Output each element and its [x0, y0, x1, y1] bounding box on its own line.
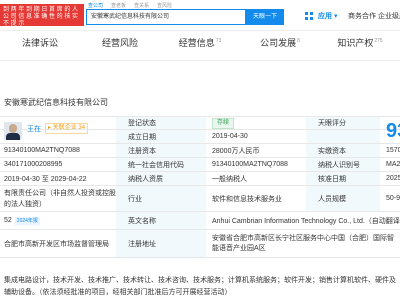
grid-icon[interactable] [305, 12, 313, 20]
tab-legal-label: 法律诉讼 [21, 38, 58, 48]
tab-development-label: 公司发展 [260, 38, 297, 48]
divider [0, 60, 400, 61]
score-value[interactable]: 93 [386, 120, 400, 143]
tab-legal[interactable]: 法律诉讼 [0, 36, 80, 54]
enterprise-menu[interactable]: 企业级产品 [378, 11, 400, 21]
value-address: 安徽省合肥市高新区长宁社区服务中心中国（合肥）国际智能语音产业园A区 [212, 234, 394, 252]
annual-report-badge[interactable]: 2024年报 [14, 216, 40, 225]
search-button[interactable]: 天眼一下 [246, 9, 284, 25]
business-term: 2019-04-30 至 2029-04-22 [0, 172, 116, 185]
related-tag-count: 34 [78, 125, 86, 131]
info-row-tax: 2019-04-30 至 2029-04-22 纳税人资质 一般纳税人 核准日期… [0, 172, 400, 186]
top-header: 到 两 年 到 期 日 首 席 的 人 公 司 信 息 准 确 性 的 核 实 … [0, 0, 400, 31]
value-english-name: Anhui Cambrian Information Technology Co… [212, 217, 400, 225]
info-row-industry: 有限责任公司（非自然人投资或控股的法人独资） 行业 软件和信息技术服务业 人员规… [0, 186, 400, 212]
company-name: 安徽寒武纪信息科技有限公司 [4, 98, 108, 107]
value-credit-code: 91340100MA2TNQ7088 [212, 161, 288, 168]
business-scope: 集成电路设计，技术开发、技术推广、技术转让、技术咨询、技术服务；计算机系统服务；… [4, 277, 396, 296]
value-taxpayer: 一般纳税人 [212, 175, 247, 183]
insured-count-value: 52 [4, 217, 12, 224]
value-approval-date: 2025- [386, 175, 400, 182]
search-tab-relation[interactable]: 查关系 [134, 2, 149, 9]
label-capital: 注册资本 [116, 144, 206, 157]
tab-business-info[interactable]: 经营信息73 [160, 36, 240, 54]
label-paid-capital: 实缴资本 [306, 144, 380, 157]
label-empty-1 [306, 130, 380, 143]
credit-code: 91340100MA2TNQ7088 [0, 144, 116, 157]
value-founded: 2019-04-30 [212, 133, 248, 140]
search-tab-risk[interactable]: 查风险 [157, 2, 172, 9]
label-staff-size: 人员规模 [306, 186, 380, 211]
value-staff-size: 50-99, [386, 195, 400, 202]
notice-badge[interactable]: 到 两 年 到 期 日 首 席 的 人 公 司 信 息 准 确 性 的 核 实 … [0, 4, 84, 26]
label-approval-date: 核准日期 [306, 172, 380, 185]
info-row-english: 52 2024年报 英文名称 Anhui Cambrian Information… [0, 212, 400, 230]
tab-risk[interactable]: 经营风险 [80, 36, 160, 54]
info-row-address: 合肥市高新开发区市场监督管理局 注册地址 安徽省合肥市高新区长宁社区服务中心中国… [0, 230, 400, 258]
label-tax-id: 纳税人识别号 [306, 158, 380, 171]
avatar[interactable] [4, 122, 22, 140]
search-tab-company[interactable]: 查公司 [88, 2, 103, 9]
value-paid-capital: 15700 [386, 147, 400, 154]
tab-development-count: 8 [297, 38, 300, 44]
tab-ip-count: 275 [374, 38, 383, 44]
tab-risk-label: 经营风险 [101, 38, 138, 48]
info-row-capital: 91340100MA2TNQ7088 注册资本 28000万人民币 实缴资本 1… [0, 144, 400, 158]
info-row-credit: 340171000208995 统一社会信用代码 91340100MA2TNQ7… [0, 158, 400, 172]
value-tax-id: MA2TI [386, 161, 400, 168]
search-tab-boss[interactable]: 查老板 [111, 2, 126, 9]
value-capital: 28000万人民币 [212, 147, 260, 155]
related-companies-tag[interactable]: ▸ 关联企业 34 [45, 123, 89, 134]
business-link[interactable]: 商务合作 [348, 11, 376, 21]
insured-count: 52 2024年报 [0, 212, 116, 229]
related-tag-label: 关联企业 [52, 125, 77, 131]
tab-ip[interactable]: 知识产权275 [320, 36, 400, 54]
section-tabs: 法律诉讼 经营风险 经营信息73 公司发展8 知识产权275 [0, 36, 400, 54]
value-status: 存续 [206, 117, 306, 129]
legal-rep-name[interactable]: 王在 [27, 124, 41, 134]
label-founded: 成立日期 [116, 130, 206, 143]
tab-ip-label: 知识产权 [337, 38, 374, 48]
value-industry: 软件和信息技术服务业 [212, 195, 282, 203]
label-english-name: 英文名称 [116, 212, 206, 229]
label-industry: 行业 [116, 186, 206, 211]
company-type: 有限责任公司（非自然人投资或控股的法人独资） [0, 186, 116, 211]
tab-business-info-label: 经营信息 [178, 38, 215, 48]
registration-authority: 合肥市高新开发区市场监督管理局 [0, 230, 116, 257]
tab-business-info-count: 73 [215, 38, 222, 44]
app-label: 应用 [318, 13, 332, 20]
tab-development[interactable]: 公司发展8 [240, 36, 320, 54]
status-badge: 存续 [212, 117, 235, 129]
search-type-tabs: 查公司 查老板 查关系 查风险 [88, 2, 172, 9]
app-menu[interactable]: 应用 ▾ [318, 11, 337, 21]
label-score: 天眼评分 [306, 117, 380, 129]
label-address: 注册地址 [116, 230, 206, 257]
reg-number: 340171000208995 [0, 158, 116, 171]
label-credit-code: 统一社会信用代码 [116, 158, 206, 171]
label-status: 登记状态 [116, 117, 206, 129]
search-input[interactable]: 安徽寒武纪信息科技有限公司 [86, 9, 246, 25]
label-taxpayer: 纳税人资质 [116, 172, 206, 185]
